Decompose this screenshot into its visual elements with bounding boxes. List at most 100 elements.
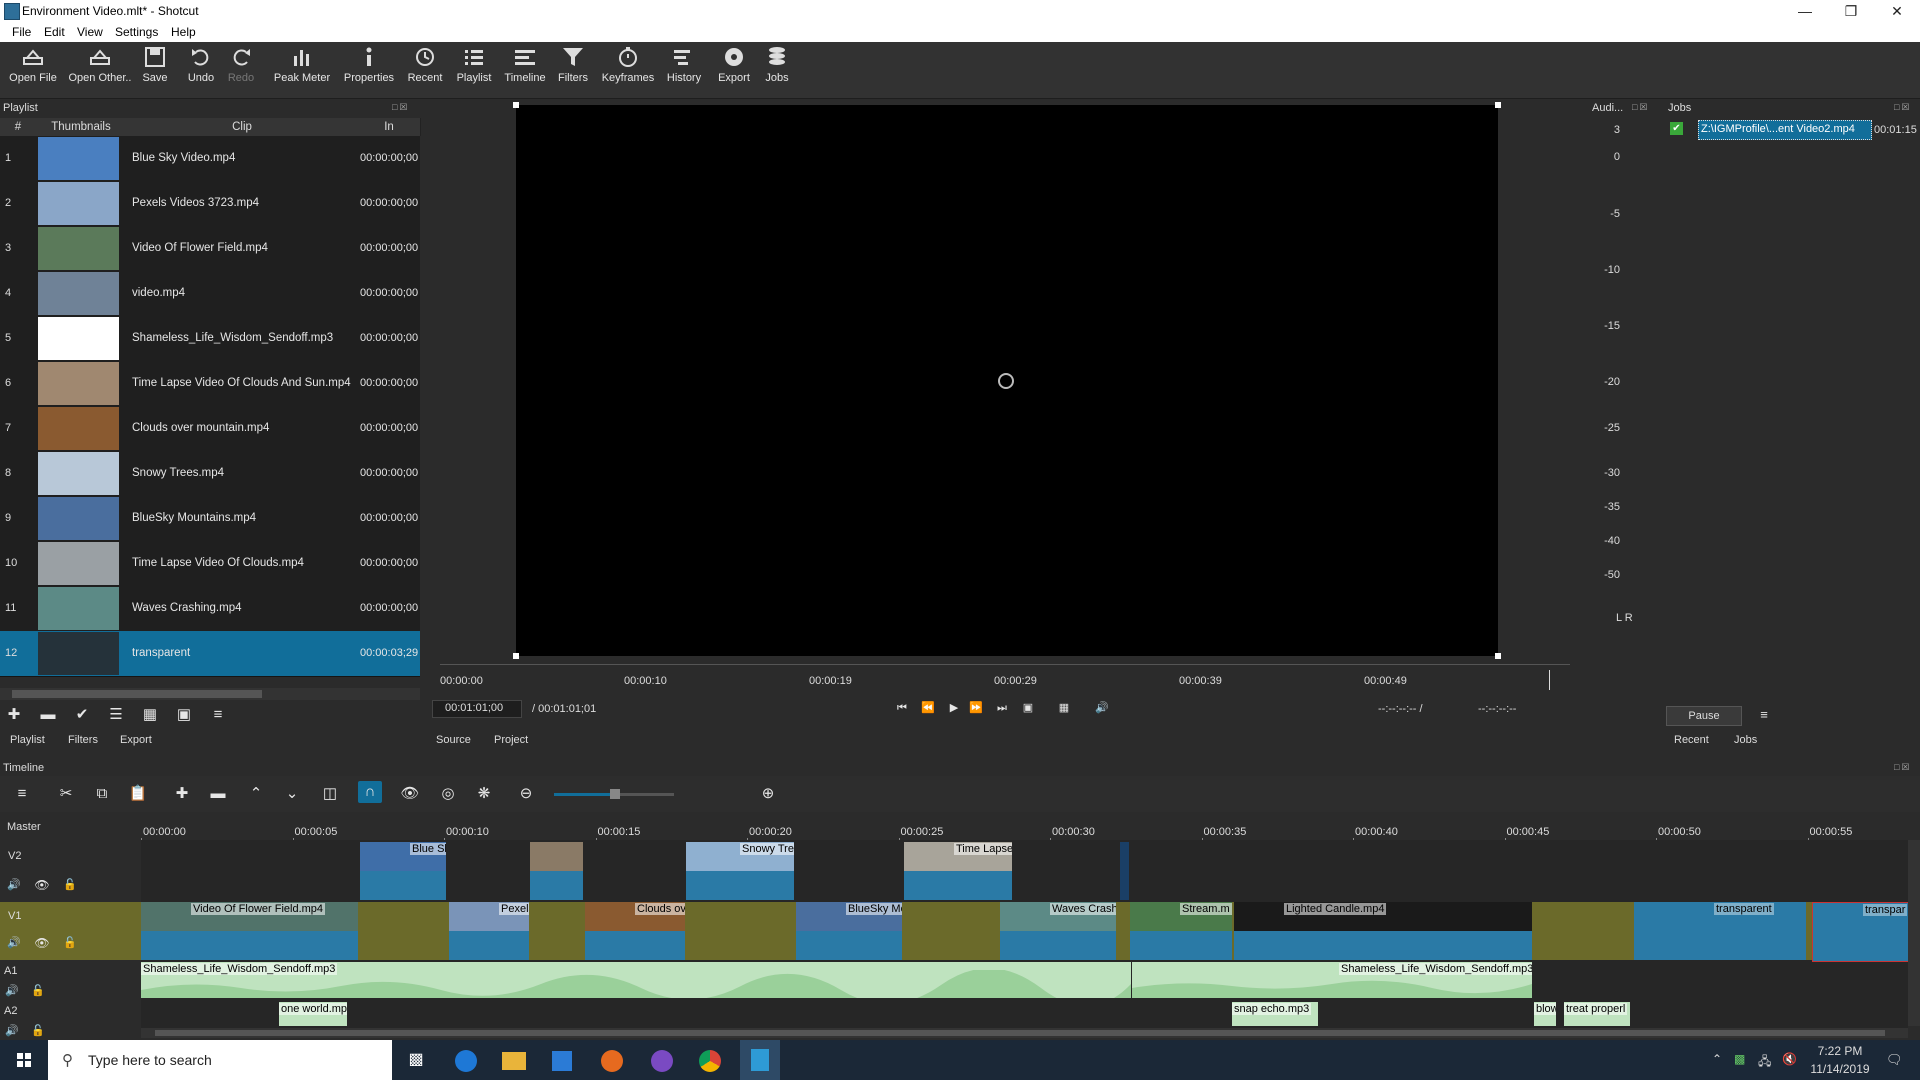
timeline-clip[interactable]: Pexels — [449, 902, 529, 960]
media-app-icon[interactable] — [642, 1044, 682, 1076]
redo-button[interactable]: Redo — [226, 46, 256, 84]
paste-icon[interactable]: 📋 — [126, 783, 150, 805]
timeline-hscrollbar[interactable] — [141, 1028, 1908, 1038]
zoom-slider[interactable] — [554, 789, 674, 799]
firefox-icon[interactable] — [592, 1044, 632, 1076]
playlist-row[interactable]: 6 Time Lapse Video Of Clouds And Sun.mp4 0… — [0, 361, 420, 407]
file-explorer-icon[interactable] — [494, 1044, 534, 1076]
history-button[interactable]: History — [664, 46, 704, 84]
menu-settings[interactable]: Settings — [115, 25, 158, 39]
taskbar-search-box[interactable]: ⚲ Type here to search — [48, 1040, 392, 1080]
recent-button[interactable]: Recent — [406, 46, 444, 84]
timeline-clip[interactable]: Snowy Tree — [686, 842, 794, 900]
properties-button[interactable]: Properties — [342, 46, 396, 84]
current-time-field[interactable]: 00:01:01;00 — [432, 700, 522, 718]
cut-icon[interactable]: ✂ — [54, 783, 78, 805]
peak-meter-button[interactable]: Peak Meter — [272, 46, 332, 84]
audio-meter-dock-buttons[interactable]: □☒ — [1632, 102, 1650, 113]
zoom-out-icon[interactable]: ⊖ — [514, 783, 538, 805]
copy-icon[interactable]: ⧉ — [90, 783, 114, 805]
col-header-number[interactable]: # — [0, 118, 37, 136]
playlist-row[interactable]: 3 Video Of Flower Field.mp4 00:00:00;00 — [0, 226, 420, 272]
timeline-menu-icon[interactable]: ≡ — [10, 783, 34, 805]
timeline-clip[interactable]: transpar — [1812, 902, 1910, 962]
timeline-ruler[interactable] — [141, 816, 1908, 840]
show-hidden-icons-icon[interactable]: ⌃ — [1712, 1052, 1722, 1066]
network-icon[interactable]: 🖧 — [1758, 1052, 1771, 1073]
audio-clip[interactable]: one world.mp — [279, 1002, 347, 1026]
timeline-clip[interactable]: Lighted Candle.mp4 — [1234, 902, 1532, 960]
playlist-row[interactable]: 8 Snowy Trees.mp4 00:00:00;00 — [0, 451, 420, 497]
jobs-menu-button[interactable]: ≡ — [1752, 704, 1776, 726]
preview-corner-handle[interactable] — [1495, 653, 1501, 659]
playlist-row[interactable]: 11 Waves Crashing.mp4 00:00:00;00 — [0, 586, 420, 632]
playlist-row[interactable]: 4 video.mp4 00:00:00;00 — [0, 271, 420, 317]
tab-source[interactable]: Source — [436, 734, 471, 746]
taskbar-clock-time[interactable]: 7:22 PM — [1810, 1044, 1870, 1058]
playlist-row[interactable]: 12 transparent 00:00:03;29 — [0, 631, 420, 677]
tab-playlist[interactable]: Playlist — [10, 734, 45, 746]
volume-button[interactable]: 🔊 — [1090, 697, 1114, 719]
timeline-clip[interactable]: Video Of Flower Field.mp4 — [141, 902, 358, 960]
menu-file[interactable]: File — [12, 25, 31, 39]
playlist-scroll-thumb[interactable] — [12, 690, 262, 698]
filters-button[interactable]: Filters — [556, 46, 590, 84]
save-button[interactable]: Save — [140, 46, 170, 84]
playlist-row[interactable]: 1 Blue Sky Video.mp4 00:00:00;00 — [0, 136, 420, 182]
store-icon[interactable] — [542, 1044, 582, 1076]
pause-jobs-button[interactable]: Pause — [1666, 706, 1742, 726]
grid-button[interactable]: ▦ — [1052, 697, 1076, 719]
scrub-icon[interactable]: 👁 — [398, 783, 422, 805]
minimize-button[interactable]: — — [1782, 0, 1828, 22]
audio-clip[interactable]: Shameless_Life_Wisdom_Sendoff.mp3 — [1132, 962, 1532, 998]
playlist-row[interactable]: 9 BlueSky Mountains.mp4 00:00:00;00 — [0, 496, 420, 542]
col-header-in[interactable]: In — [358, 118, 421, 136]
icons-view-button[interactable]: ▣ — [172, 704, 196, 726]
split-icon[interactable]: ◫ — [318, 783, 342, 805]
col-header-thumbnails[interactable]: Thumbnails — [36, 118, 127, 136]
timeline-scroll-thumb[interactable] — [155, 1030, 1885, 1036]
timeline-clip[interactable]: Clouds ov — [585, 902, 685, 960]
timeline-clip[interactable]: Time Lapse — [904, 842, 1012, 900]
video-preview[interactable] — [513, 102, 1501, 659]
playlist-dock-buttons[interactable]: □☒ — [392, 102, 410, 113]
network-app-icon[interactable]: ▩ — [1734, 1052, 1745, 1066]
snap-magnet-icon[interactable]: ∩ — [358, 781, 382, 803]
timeline-clip[interactable]: Stream.m — [1130, 902, 1232, 960]
mute-icon[interactable]: 🔊 — [0, 980, 24, 1002]
mute-icon[interactable]: 🔊 — [0, 1020, 24, 1042]
timeline-clip[interactable] — [530, 842, 583, 900]
playlist-menu-button[interactable]: ≡ — [206, 704, 230, 726]
update-playlist-button[interactable]: ✔ — [70, 704, 94, 726]
taskbar-clock-date[interactable]: 11/14/2019 — [1810, 1062, 1870, 1076]
add-to-playlist-button[interactable]: ✚ — [2, 704, 26, 726]
volume-muted-icon[interactable]: 🔇 — [1782, 1052, 1797, 1066]
playlist-row[interactable]: 7 Clouds over mountain.mp4 00:00:00;00 — [0, 406, 420, 452]
ripple-delete-icon[interactable]: ▬ — [206, 783, 230, 805]
lock-icon[interactable]: 🔓 — [26, 980, 50, 1002]
fast-forward-button[interactable]: ⏩ — [964, 697, 988, 719]
menu-view[interactable]: View — [77, 25, 103, 39]
job-item[interactable]: Z:\IGMProfile\...ent Video2.mp4 — [1698, 120, 1872, 140]
timeline-clip[interactable]: Waves Crashi — [1000, 902, 1116, 960]
open-file-button[interactable]: Open File — [8, 46, 58, 84]
windows-start-icon[interactable] — [4, 1044, 44, 1076]
playlist-hscrollbar[interactable] — [0, 688, 420, 700]
audio-clip[interactable]: blow — [1534, 1002, 1556, 1026]
hide-eye-icon[interactable]: 👁 — [30, 932, 54, 954]
skip-previous-button[interactable]: ⏮ — [890, 697, 914, 719]
play-button[interactable]: ▶ — [942, 697, 966, 719]
ripple-all-icon[interactable]: ❋ — [472, 783, 496, 805]
action-center-icon[interactable]: 🗨 — [1886, 1052, 1903, 1068]
preview-corner-handle[interactable] — [1495, 102, 1501, 108]
zoom-in-icon[interactable]: ⊕ — [756, 783, 780, 805]
menu-help[interactable]: Help — [171, 25, 196, 39]
playlist-row[interactable]: 2 Pexels Videos 3723.mp4 00:00:00;00 — [0, 181, 420, 227]
tiles-view-button[interactable]: ▦ — [138, 704, 162, 726]
lock-icon[interactable]: 🔓 — [58, 932, 82, 954]
timeline-button[interactable]: Timeline — [504, 46, 546, 84]
timeline-clip[interactable]: Blue Sk — [360, 842, 446, 900]
audio-clip[interactable]: snap echo.mp3 — [1232, 1002, 1318, 1026]
timeline-clip[interactable]: BlueSky Mo — [796, 902, 902, 960]
tab-recent[interactable]: Recent — [1674, 734, 1709, 746]
